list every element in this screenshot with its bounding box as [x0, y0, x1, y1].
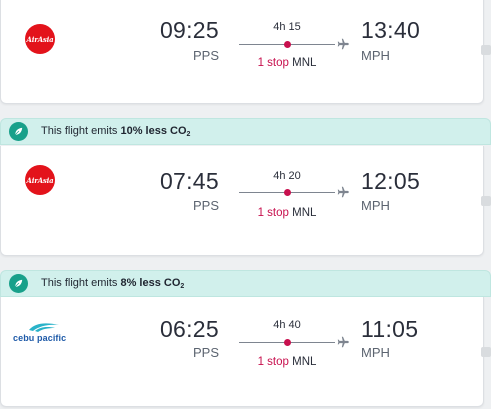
arrival-airport: MPH	[361, 345, 390, 360]
departure-airport: PPS	[192, 198, 219, 213]
eco-emphasis: 10% less CO	[120, 125, 187, 137]
stops-info: 1 stop MNL	[239, 207, 335, 219]
eco-message: This flight emits 10% less CO2	[41, 125, 190, 138]
stop-count: 1 stop	[257, 57, 289, 69]
cebu-wave-icon	[29, 323, 59, 332]
card-edge-tab	[481, 346, 491, 357]
airplane-icon	[337, 186, 349, 198]
stop-count: 1 stop	[257, 207, 289, 219]
departure-time: 09:25	[159, 17, 219, 43]
arrival-airport: MPH	[361, 198, 390, 213]
departure-time: 06:25	[159, 316, 219, 342]
departure-airport: PPS	[192, 48, 219, 63]
flight-card[interactable]: AirAsia 07:45 PPS 4h 20 1 stop MNL 12:05…	[0, 146, 491, 256]
eco-prefix: This flight emits	[41, 277, 121, 289]
stop-dot	[284, 41, 291, 48]
card-edge-tab	[481, 195, 491, 206]
eco-subscript: 2	[186, 131, 191, 138]
cebu-pacific-logo: cebu pacific	[13, 321, 73, 347]
stops-info: 1 stop MNL	[239, 356, 335, 368]
leaf-icon	[9, 274, 28, 293]
airplane-icon	[337, 38, 349, 50]
route-line	[239, 339, 335, 346]
route-line	[239, 189, 335, 196]
airasia-logo: AirAsia	[25, 24, 55, 54]
eco-emphasis: 8% less CO	[120, 277, 181, 289]
leaf-icon	[9, 122, 28, 141]
route-line	[239, 41, 335, 48]
eco-banner: This flight emits 8% less CO2	[0, 270, 491, 297]
arrival-time: 12:05	[361, 168, 421, 194]
airline-logo-text: cebu pacific	[13, 333, 67, 343]
eco-message: This flight emits 8% less CO2	[41, 277, 184, 290]
flight-duration: 4h 40	[273, 319, 301, 331]
flight-duration: 4h 15	[273, 21, 301, 33]
arrival-time: 11:05	[361, 316, 419, 342]
arrival-time: 13:40	[361, 17, 421, 43]
stop-airport: MNL	[292, 57, 317, 69]
stop-dot	[284, 339, 291, 346]
card-edge-tab	[481, 45, 491, 55]
stop-dot	[284, 189, 291, 196]
stop-count: 1 stop	[257, 356, 289, 368]
airline-logo-text: AirAsia	[26, 34, 54, 44]
flight-card[interactable]: AirAsia 09:25 PPS 4h 15 1 stop MNL 13:40…	[0, 0, 491, 104]
stop-airport: MNL	[292, 356, 317, 368]
flight-results-list: AirAsia 09:25 PPS 4h 15 1 stop MNL 13:40…	[0, 0, 491, 409]
departure-time: 07:45	[159, 168, 219, 194]
airplane-icon	[337, 336, 349, 348]
airline-logo-text: AirAsia	[26, 175, 54, 185]
flight-duration: 4h 20	[273, 170, 301, 182]
stop-airport: MNL	[292, 207, 317, 219]
eco-banner: This flight emits 10% less CO2	[0, 118, 491, 145]
eco-prefix: This flight emits	[41, 125, 121, 137]
stops-info: 1 stop MNL	[239, 57, 335, 69]
arrival-airport: MPH	[361, 48, 390, 63]
eco-subscript: 2	[180, 283, 185, 290]
flight-card[interactable]: cebu pacific 06:25 PPS 4h 40 1 stop MNL …	[0, 297, 491, 407]
airasia-logo: AirAsia	[25, 165, 55, 195]
departure-airport: PPS	[192, 345, 219, 360]
